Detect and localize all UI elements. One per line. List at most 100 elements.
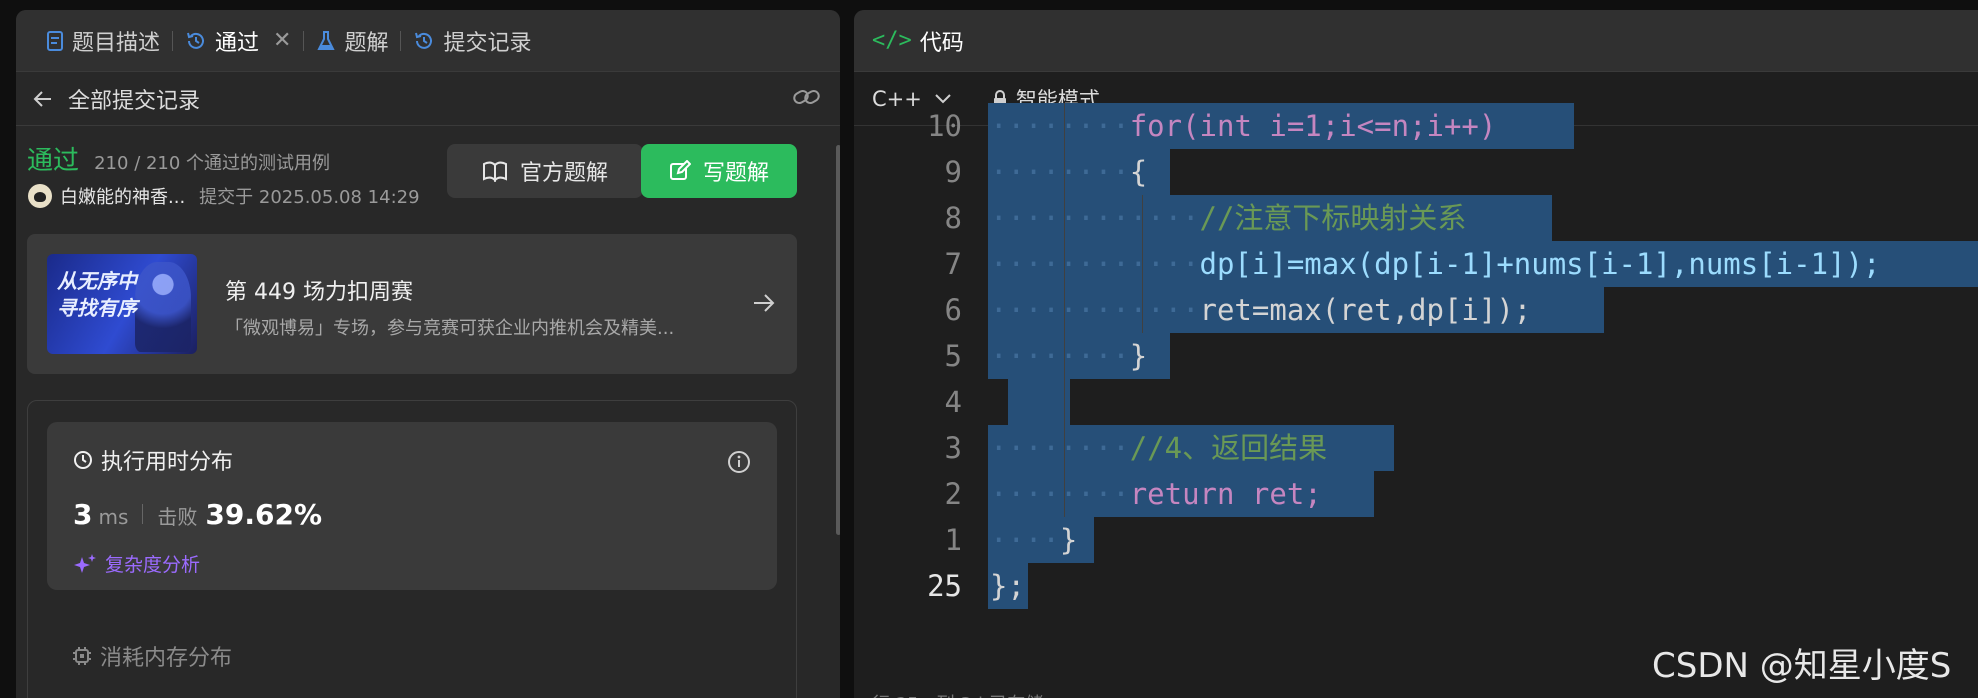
runtime-value: 3 bbox=[73, 498, 93, 531]
code-text: ········{ bbox=[990, 155, 1148, 189]
status-badge: 通过 bbox=[27, 146, 80, 176]
flask-icon bbox=[317, 30, 336, 50]
code-content: dp[i]=max(dp[i-1]+nums[i-1],nums[i-1]); bbox=[1199, 247, 1881, 281]
code-content: }; bbox=[990, 569, 1025, 603]
line-number: 5 bbox=[944, 339, 962, 373]
code-content: for(int i=1;i<=n;i++) bbox=[1129, 109, 1497, 143]
runtime-unit: ms bbox=[98, 505, 129, 529]
line-number: 1 bbox=[944, 523, 962, 557]
beat-percentage: 39.62% bbox=[205, 498, 323, 531]
write-solution-button[interactable]: 写题解 bbox=[641, 144, 797, 198]
complexity-label: 复杂度分析 bbox=[105, 554, 201, 576]
line-number: 2 bbox=[944, 477, 962, 511]
close-icon[interactable]: ✕ bbox=[273, 28, 291, 53]
line-number: 9 bbox=[944, 155, 962, 189]
code-icon: </> bbox=[872, 28, 912, 53]
runtime-header: 执行用时分布 bbox=[73, 444, 233, 476]
code-tab-bar: </> 代码 bbox=[854, 10, 1978, 72]
tab-solutions-label: 题解 bbox=[344, 30, 389, 56]
code-content: ret=max(ret,dp[i]); bbox=[1199, 293, 1532, 327]
official-solution-label: 官方题解 bbox=[519, 161, 608, 186]
code-line: 4 bbox=[854, 379, 1978, 425]
submission-status: 通过 210 / 210 个通过的测试用例 bbox=[27, 140, 330, 177]
code-line: 10 ········for(int i=1;i<=n;i++) bbox=[854, 103, 1978, 149]
contest-card[interactable]: 从无序中 寻找有序 第 449 场力扣周赛 「微观博易」专场，参与竞赛可获企业内… bbox=[27, 234, 797, 374]
document-icon bbox=[47, 30, 63, 51]
code-text: ············//注意下标映射关系 bbox=[990, 201, 1467, 235]
submissions-subbar: 全部提交记录 bbox=[16, 72, 840, 126]
line-number: 7 bbox=[944, 247, 962, 281]
contest-banner: 从无序中 寻找有序 bbox=[47, 254, 197, 354]
clock-icon bbox=[74, 451, 92, 469]
tab-description[interactable]: 题目描述 bbox=[36, 25, 170, 57]
line-number: 8 bbox=[944, 201, 962, 235]
runtime-title: 执行用时分布 bbox=[101, 450, 234, 475]
tab-submissions[interactable]: 提交记录 bbox=[403, 25, 541, 57]
indent-guide bbox=[1064, 379, 1065, 425]
code-content: //4、返回结果 bbox=[1129, 431, 1328, 465]
tab-divider bbox=[400, 30, 402, 51]
code-line: 9 ········{ bbox=[854, 149, 1978, 195]
line-number: 4 bbox=[944, 385, 962, 419]
official-solution-button[interactable]: 官方题解 bbox=[447, 144, 643, 198]
arrow-right-icon[interactable] bbox=[751, 290, 777, 316]
memory-distribution[interactable]: 消耗内存分布 bbox=[72, 640, 232, 672]
code-line: 2 ········return ret; bbox=[854, 471, 1978, 517]
code-text: ········//4、返回结果 bbox=[990, 431, 1328, 465]
scrollbar[interactable] bbox=[836, 145, 840, 535]
sparkle-icon bbox=[74, 553, 96, 573]
complexity-analysis-link[interactable]: 复杂度分析 bbox=[73, 550, 200, 577]
back-arrow-icon[interactable] bbox=[32, 88, 54, 110]
code-content: //注意下标映射关系 bbox=[1199, 201, 1467, 235]
tab-passed-label: 通过 bbox=[215, 30, 260, 56]
code-text: ············dp[i]=max(dp[i-1]+nums[i-1],… bbox=[990, 247, 1881, 281]
tab-divider bbox=[172, 30, 174, 51]
book-icon bbox=[482, 161, 507, 182]
code-line: 7 ············dp[i]=max(dp[i-1]+nums[i-1… bbox=[854, 241, 1978, 287]
link-icon[interactable] bbox=[792, 86, 822, 108]
info-icon[interactable] bbox=[727, 450, 751, 474]
avatar[interactable] bbox=[28, 184, 52, 208]
code-text: ············ret=max(ret,dp[i]); bbox=[990, 293, 1532, 327]
code-line: 3 ········//4、返回结果 bbox=[854, 425, 1978, 471]
memory-title: 消耗内存分布 bbox=[100, 646, 233, 671]
code-text: ········} bbox=[990, 339, 1148, 373]
tab-divider bbox=[303, 30, 305, 51]
tab-description-label: 题目描述 bbox=[72, 30, 161, 56]
code-line: 8 ············//注意下标映射关系 bbox=[854, 195, 1978, 241]
code-content: } bbox=[1059, 523, 1078, 557]
code-panel: </> 代码 C++ 智能模式 10 ········for(int i=1;i… bbox=[854, 10, 1978, 698]
all-submissions-title: 全部提交记录 bbox=[68, 88, 201, 114]
banner-figure bbox=[135, 262, 191, 352]
contest-title: 第 449 场力扣周赛 bbox=[225, 280, 413, 305]
code-line: 6 ············ret=max(ret,dp[i]); bbox=[854, 287, 1978, 333]
line-number-current: 25 bbox=[927, 569, 962, 603]
runtime-values: 3 ms 击败 39.62% bbox=[73, 498, 322, 531]
code-tab-title[interactable]: 代码 bbox=[920, 25, 964, 57]
code-line: 5 ········} bbox=[854, 333, 1978, 379]
code-content: } bbox=[1129, 339, 1148, 373]
editor-status-bar: 行 25，列 3 | 已存储 bbox=[872, 690, 1043, 698]
beat-label: 击败 bbox=[157, 505, 198, 529]
tab-solutions[interactable]: 题解 bbox=[306, 25, 398, 57]
code-content: { bbox=[1129, 155, 1148, 189]
code-line: 1 ····} bbox=[854, 517, 1978, 563]
code-line: 25 }; bbox=[854, 563, 1978, 609]
contest-description: 「微观博易」专场，参与竞赛可获企业内推机会及精美... bbox=[225, 318, 675, 339]
banner-line-2: 寻找有序 bbox=[57, 296, 137, 320]
watermark: CSDN @知星小度S bbox=[1652, 646, 1952, 686]
line-number: 10 bbox=[927, 109, 962, 143]
username[interactable]: 白嫩能的神香... bbox=[60, 183, 185, 209]
line-number: 3 bbox=[944, 431, 962, 465]
code-text: }; bbox=[990, 563, 1025, 609]
test-cases-count: 210 / 210 个通过的测试用例 bbox=[94, 153, 331, 174]
submission-user: 白嫩能的神香... 提交于 2025.05.08 14:29 bbox=[28, 183, 420, 209]
tab-passed[interactable]: 通过 ✕ bbox=[175, 25, 301, 57]
banner-line-1: 从无序中 bbox=[57, 269, 137, 293]
selection-highlight bbox=[1008, 379, 1070, 425]
code-editor[interactable]: 10 ········for(int i=1;i<=n;i++) 9 ·····… bbox=[854, 103, 1978, 647]
runtime-card[interactable]: 执行用时分布 3 ms 击败 39.62% 复杂度分析 bbox=[47, 422, 777, 590]
banner-text: 从无序中 寻找有序 bbox=[57, 268, 137, 322]
code-content: return ret; bbox=[1129, 477, 1322, 511]
code-text: ········return ret; bbox=[990, 477, 1322, 511]
